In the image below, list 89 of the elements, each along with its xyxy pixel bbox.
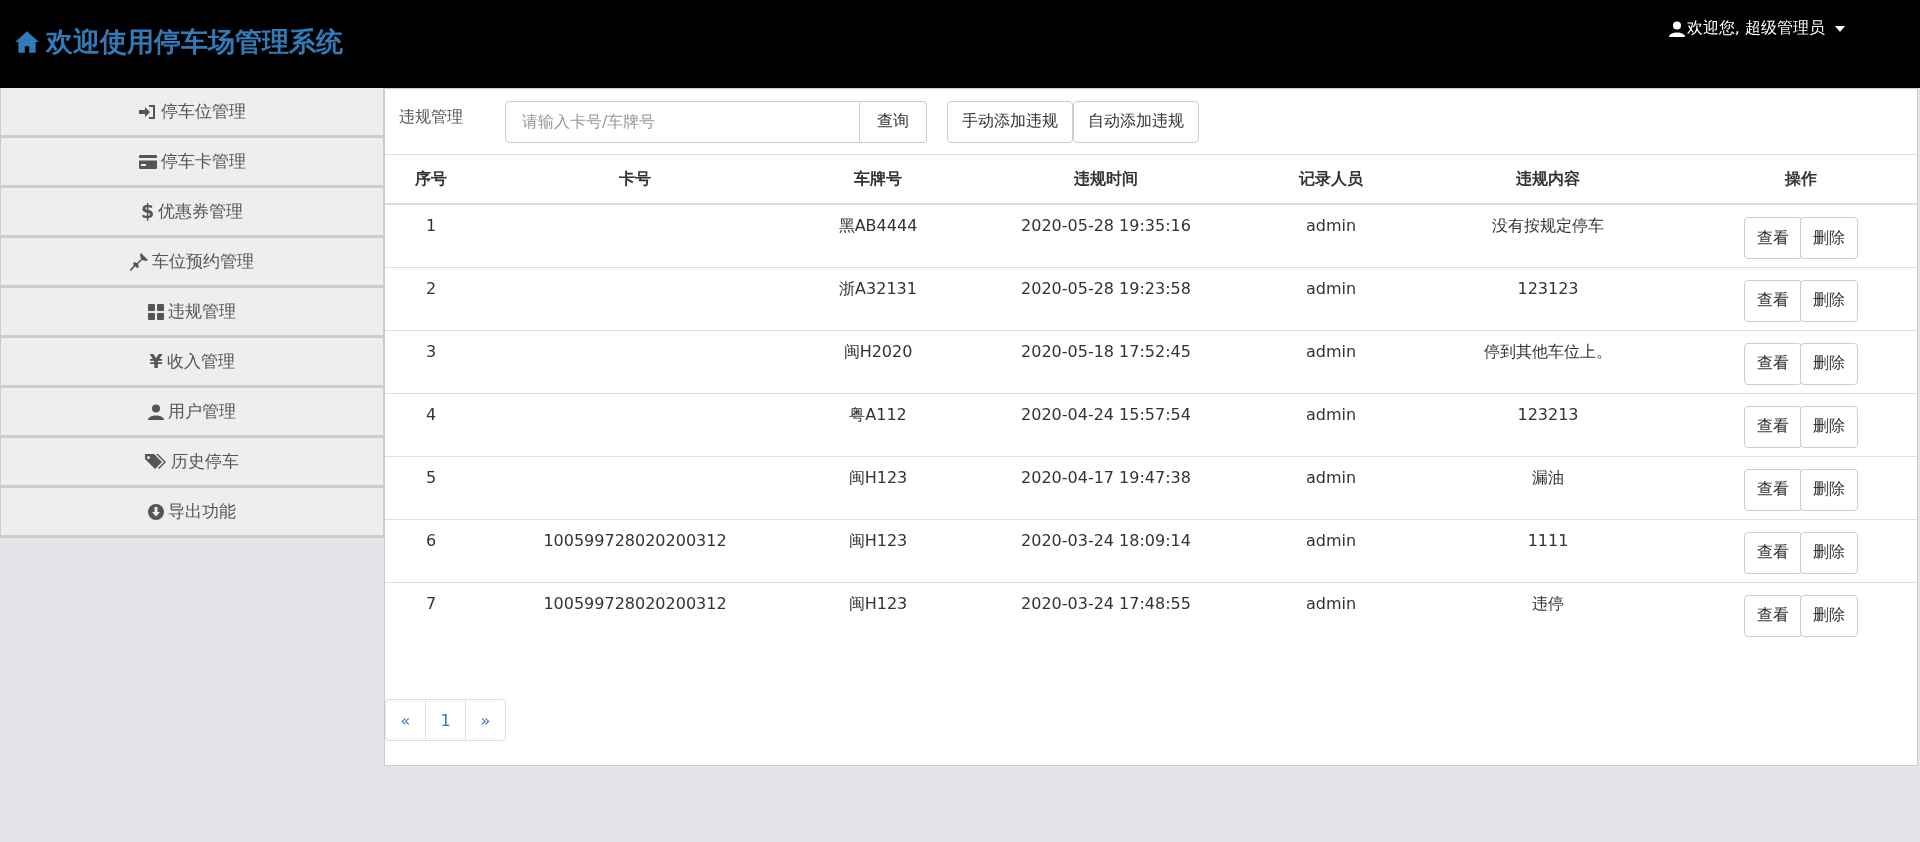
table-cell: 2020-03-24 18:09:14 bbox=[1021, 530, 1191, 550]
grid-icon bbox=[148, 303, 164, 320]
sidebar-item[interactable]: $ 优惠券管理 bbox=[0, 188, 384, 238]
table-cell: admin bbox=[1305, 341, 1357, 361]
sidebar-item[interactable]: 历史停车 bbox=[0, 438, 384, 488]
yen-icon: ¥ bbox=[149, 352, 163, 371]
view-button[interactable]: 查看 bbox=[1744, 405, 1802, 448]
previous-page-button[interactable]: « bbox=[385, 699, 426, 741]
column-header: 违规时间 bbox=[1074, 168, 1138, 188]
delete-button[interactable]: 删除 bbox=[1800, 405, 1858, 448]
user-icon bbox=[1668, 20, 1685, 37]
table-cell: 黑AB4444 bbox=[838, 216, 918, 235]
table-cell: 3 bbox=[425, 341, 437, 361]
view-button[interactable]: 查看 bbox=[1744, 468, 1802, 511]
pushpin-icon bbox=[130, 252, 148, 271]
table-cell: 2 bbox=[425, 278, 437, 298]
table-cell: admin bbox=[1305, 467, 1357, 487]
table-cell: 1 bbox=[425, 216, 437, 235]
table-cell: 100599728020200312 bbox=[543, 530, 727, 550]
table-cell: 粤A112 bbox=[849, 404, 907, 424]
table-cell: 闽H123 bbox=[848, 593, 908, 613]
add-button[interactable]: 自动添加违规 bbox=[1073, 100, 1199, 143]
table-cell: 2020-04-24 15:57:54 bbox=[1021, 404, 1191, 424]
delete-button[interactable]: 删除 bbox=[1800, 342, 1858, 385]
next-page-button[interactable]: » bbox=[465, 699, 506, 741]
table-cell: 7 bbox=[425, 593, 437, 613]
credit-card-icon bbox=[138, 154, 157, 169]
dollar-icon: $ bbox=[140, 202, 155, 221]
table-cell: admin bbox=[1305, 593, 1357, 613]
table-cell: 2020-04-17 19:47:38 bbox=[1021, 467, 1191, 487]
table-cell: 123213 bbox=[1517, 404, 1579, 424]
view-button[interactable]: 查看 bbox=[1744, 531, 1802, 574]
page-button[interactable]: 1 bbox=[425, 699, 466, 741]
table-cell: 100599728020200312 bbox=[543, 593, 727, 613]
download-icon bbox=[148, 503, 164, 520]
app-title: 欢迎使用停车场管理系统 bbox=[46, 25, 343, 59]
table-cell: 违停 bbox=[1532, 593, 1564, 613]
delete-button[interactable]: 删除 bbox=[1800, 279, 1858, 322]
column-header: 序号 bbox=[415, 168, 447, 188]
sidebar-item[interactable]: 导出功能 bbox=[0, 488, 384, 538]
add-button[interactable]: 手动添加违规 bbox=[947, 100, 1073, 143]
view-button[interactable]: 查看 bbox=[1744, 279, 1802, 322]
section-label: 违规管理 bbox=[399, 107, 464, 128]
tag-icon bbox=[145, 453, 167, 470]
table-cell: 2020-05-28 19:35:16 bbox=[1021, 216, 1191, 235]
search-button[interactable]: 查询 bbox=[860, 100, 927, 143]
user-icon bbox=[148, 403, 164, 420]
delete-button[interactable]: 删除 bbox=[1800, 594, 1858, 637]
column-header: 操作 bbox=[1785, 168, 1817, 188]
sidebar-item[interactable]: 违规管理 bbox=[0, 288, 384, 338]
table-cell: 2020-05-18 17:52:45 bbox=[1021, 341, 1191, 361]
table-cell: 闽H123 bbox=[848, 530, 908, 550]
table-cell: admin bbox=[1305, 278, 1357, 298]
column-header: 卡号 bbox=[619, 168, 651, 188]
table-cell: 123123 bbox=[1517, 278, 1579, 298]
delete-button[interactable]: 删除 bbox=[1800, 531, 1858, 574]
sidebar-item[interactable]: 停车位管理 bbox=[0, 88, 384, 138]
table-cell: 停到其他车位上。 bbox=[1484, 341, 1612, 361]
sidebar-item[interactable]: 用户管理 bbox=[0, 388, 384, 438]
column-header: 记录人员 bbox=[1299, 168, 1363, 188]
column-header: 违规内容 bbox=[1516, 168, 1580, 188]
sidebar-item[interactable]: 车位预约管理 bbox=[0, 238, 384, 288]
table-cell: 4 bbox=[425, 404, 437, 424]
sidebar-item[interactable]: 停车卡管理 bbox=[0, 138, 384, 188]
table-cell: admin bbox=[1305, 530, 1357, 550]
delete-button[interactable]: 删除 bbox=[1800, 468, 1858, 511]
table-cell: admin bbox=[1305, 216, 1357, 235]
table-cell: 浙A32131 bbox=[839, 278, 917, 298]
table-cell: 2020-03-24 17:48:55 bbox=[1021, 593, 1191, 613]
table-cell: 没有按规定停车 bbox=[1492, 216, 1604, 235]
user-menu[interactable]: 欢迎您, 超级管理员 bbox=[1668, 18, 1845, 39]
table-cell: admin bbox=[1305, 404, 1357, 424]
view-button[interactable]: 查看 bbox=[1744, 217, 1802, 259]
view-button[interactable]: 查看 bbox=[1744, 594, 1802, 637]
login-icon bbox=[138, 103, 157, 120]
table-cell: 闽H123 bbox=[848, 467, 908, 487]
table-cell: 闽H2020 bbox=[843, 341, 913, 361]
table-cell: 6 bbox=[425, 530, 437, 550]
table-cell: 2020-05-28 19:23:58 bbox=[1021, 278, 1191, 298]
search-field[interactable]: 请输入卡号/车牌号 bbox=[505, 100, 860, 143]
table-cell: 5 bbox=[425, 467, 437, 487]
table-cell: 漏油 bbox=[1532, 467, 1564, 487]
column-header: 车牌号 bbox=[854, 168, 902, 188]
caret-icon bbox=[1835, 25, 1845, 32]
sidebar-item[interactable]: ¥ 收入管理 bbox=[0, 338, 384, 388]
delete-button[interactable]: 删除 bbox=[1800, 217, 1858, 259]
table-cell: 1111 bbox=[1527, 530, 1569, 550]
view-button[interactable]: 查看 bbox=[1744, 342, 1802, 385]
home-icon bbox=[14, 30, 40, 54]
